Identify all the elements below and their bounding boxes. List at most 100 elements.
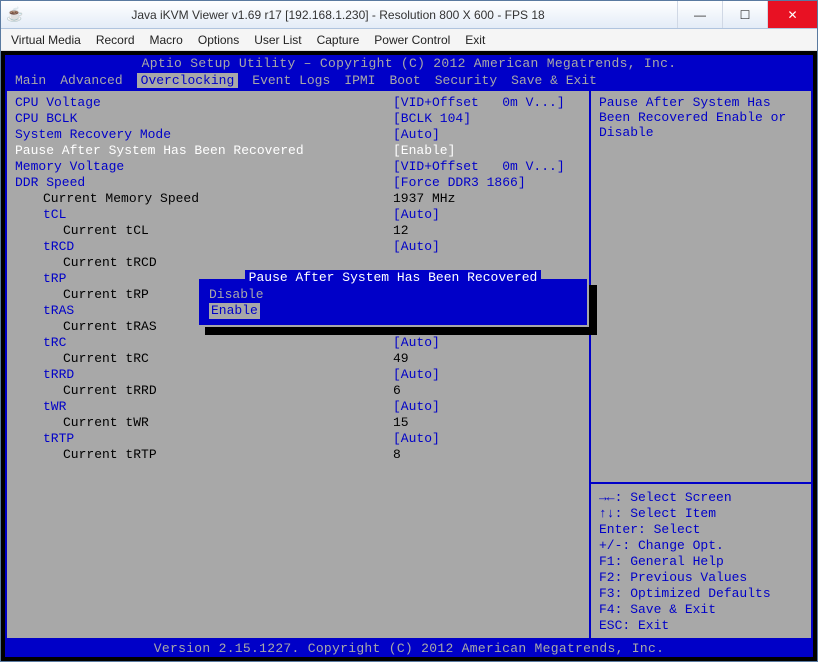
window-controls: — ☐ ✕ — [677, 1, 817, 28]
setting-row[interactable]: tWR[Auto] — [15, 399, 581, 415]
setting-label: tRRD — [15, 367, 393, 383]
java-icon: ☕ — [1, 6, 29, 23]
setting-row[interactable]: tRTP[Auto] — [15, 431, 581, 447]
setting-value: [Auto] — [393, 335, 581, 351]
popup-dialog: Pause After System Has Been Recovered Di… — [197, 277, 589, 327]
setting-label: DDR Speed — [15, 175, 393, 191]
nav-hint: F4: Save & Exit — [599, 602, 803, 618]
bios-body: CPU Voltage[VID+Offset 0m V...]CPU BCLK[… — [5, 89, 813, 640]
bios-area: Aptio Setup Utility – Copyright (C) 2012… — [1, 51, 817, 661]
setting-row[interactable]: CPU Voltage[VID+Offset 0m V...] — [15, 95, 581, 111]
nav-hint: F2: Previous Values — [599, 570, 803, 586]
setting-value: [Auto] — [393, 127, 581, 143]
setting-row: Current tRC49 — [15, 351, 581, 367]
setting-row[interactable]: Memory Voltage[VID+Offset 0m V...] — [15, 159, 581, 175]
setting-value: [VID+Offset 0m V...] — [393, 95, 581, 111]
setting-label: Pause After System Has Been Recovered — [15, 143, 393, 159]
nav-hint: Enter: Select — [599, 522, 803, 538]
setting-label: tCL — [15, 207, 393, 223]
setting-value: 15 — [393, 415, 581, 431]
menu-record[interactable]: Record — [96, 33, 135, 47]
setting-label: System Recovery Mode — [15, 127, 393, 143]
setting-value — [393, 255, 581, 271]
setting-row[interactable]: DDR Speed[Force DDR3 1866] — [15, 175, 581, 191]
setting-row[interactable]: tRRD[Auto] — [15, 367, 581, 383]
setting-label: Current tRCD — [15, 255, 393, 271]
nav-hint: ↑↓: Select Item — [599, 506, 803, 522]
setting-label: Current tRTP — [15, 447, 393, 463]
menu-macro[interactable]: Macro — [150, 33, 183, 47]
setting-row: Current tRCD — [15, 255, 581, 271]
setting-value: [Auto] — [393, 207, 581, 223]
setting-value: 1937 MHz — [393, 191, 581, 207]
setting-label: tRC — [15, 335, 393, 351]
setting-value: [Enable] — [393, 143, 581, 159]
bios-settings-panel: CPU Voltage[VID+Offset 0m V...]CPU BCLK[… — [7, 91, 589, 638]
nav-hint: ESC: Exit — [599, 618, 803, 634]
setting-value: [Auto] — [393, 367, 581, 383]
nav-hint: +/-: Change Opt. — [599, 538, 803, 554]
setting-row[interactable]: tRCD[Auto] — [15, 239, 581, 255]
setting-label: CPU Voltage — [15, 95, 393, 111]
tab-event-logs[interactable]: Event Logs — [252, 73, 330, 88]
menu-power-control[interactable]: Power Control — [374, 33, 450, 47]
setting-row[interactable]: tRC[Auto] — [15, 335, 581, 351]
setting-value: 6 — [393, 383, 581, 399]
tab-ipmi[interactable]: IPMI — [344, 73, 375, 88]
tab-main[interactable]: Main — [15, 73, 46, 88]
tab-advanced[interactable]: Advanced — [60, 73, 122, 88]
setting-label: Current tWR — [15, 415, 393, 431]
setting-value: 49 — [393, 351, 581, 367]
setting-value: [Force DDR3 1866] — [393, 175, 581, 191]
minimize-button[interactable]: — — [677, 1, 722, 28]
setting-row: Current tRRD6 — [15, 383, 581, 399]
setting-value: [BCLK 104] — [393, 111, 581, 127]
close-button[interactable]: ✕ — [767, 1, 817, 28]
nav-hint: →←: Select Screen — [599, 490, 803, 506]
setting-label: tRCD — [15, 239, 393, 255]
app-window: ☕ Java iKVM Viewer v1.69 r17 [192.168.1.… — [0, 0, 818, 662]
setting-value: [Auto] — [393, 239, 581, 255]
setting-label: tWR — [15, 399, 393, 415]
nav-hint: F3: Optimized Defaults — [599, 586, 803, 602]
setting-row: Current Memory Speed1937 MHz — [15, 191, 581, 207]
popup-option-enable[interactable]: Enable — [209, 303, 260, 319]
setting-row: Current tCL12 — [15, 223, 581, 239]
titlebar[interactable]: ☕ Java iKVM Viewer v1.69 r17 [192.168.1.… — [1, 1, 817, 29]
setting-label: Current tCL — [15, 223, 393, 239]
setting-label: tRTP — [15, 431, 393, 447]
side-divider — [591, 482, 811, 484]
bios-footer: Version 2.15.1227. Copyright (C) 2012 Am… — [5, 640, 813, 657]
setting-value: [Auto] — [393, 431, 581, 447]
setting-row[interactable]: tCL[Auto] — [15, 207, 581, 223]
setting-row[interactable]: System Recovery Mode[Auto] — [15, 127, 581, 143]
tab-boot[interactable]: Boot — [390, 73, 421, 88]
tab-save-exit[interactable]: Save & Exit — [511, 73, 597, 88]
menu-capture[interactable]: Capture — [317, 33, 360, 47]
menu-options[interactable]: Options — [198, 33, 239, 47]
setting-value: 12 — [393, 223, 581, 239]
popup-title: Pause After System Has Been Recovered — [199, 270, 587, 285]
setting-row: Current tRTP8 — [15, 447, 581, 463]
menu-exit[interactable]: Exit — [465, 33, 485, 47]
setting-value: [Auto] — [393, 399, 581, 415]
tab-security[interactable]: Security — [435, 73, 497, 88]
bios-help-panel: Pause After System Has Been Recovered En… — [589, 91, 811, 638]
setting-row: Current tWR15 — [15, 415, 581, 431]
setting-row[interactable]: Pause After System Has Been Recovered[En… — [15, 143, 581, 159]
menubar: Virtual Media Record Macro Options User List… — [1, 29, 817, 51]
setting-row[interactable]: CPU BCLK[BCLK 104] — [15, 111, 581, 127]
tab-overclocking[interactable]: Overclocking — [137, 73, 239, 88]
nav-hint: F1: General Help — [599, 554, 803, 570]
bios-tabs: Main Advanced Overclocking Event Logs IPMI Bo… — [5, 72, 813, 89]
menu-user-list[interactable]: User List — [254, 33, 301, 47]
menu-virtual-media[interactable]: Virtual Media — [11, 33, 81, 47]
setting-label: CPU BCLK — [15, 111, 393, 127]
setting-value: 8 — [393, 447, 581, 463]
setting-label: Memory Voltage — [15, 159, 393, 175]
maximize-button[interactable]: ☐ — [722, 1, 767, 28]
setting-value: [VID+Offset 0m V...] — [393, 159, 581, 175]
window-title: Java iKVM Viewer v1.69 r17 [192.168.1.23… — [29, 8, 677, 22]
popup-option-disable[interactable]: Disable — [199, 287, 587, 303]
help-description: Pause After System Has Been Recovered En… — [599, 95, 803, 476]
